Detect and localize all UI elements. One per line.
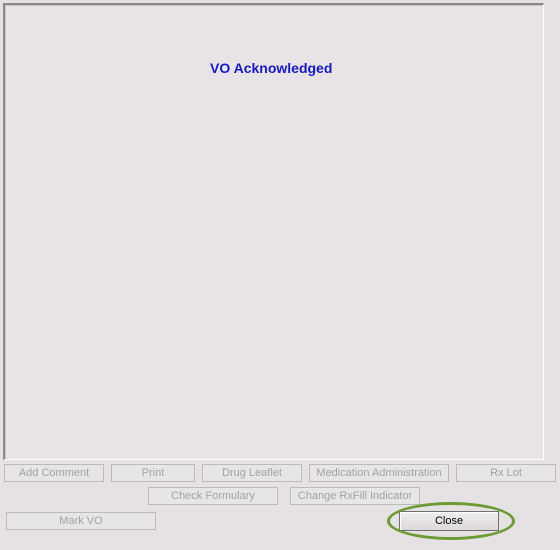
- drug-leaflet-button[interactable]: Drug Leaflet: [202, 464, 302, 482]
- content-panel: VO Acknowledged: [3, 3, 544, 460]
- mark-vo-button[interactable]: Mark VO: [6, 512, 156, 530]
- rx-lot-button[interactable]: Rx Lot: [456, 464, 556, 482]
- print-button[interactable]: Print: [111, 464, 195, 482]
- add-comment-button[interactable]: Add Comment: [4, 464, 104, 482]
- change-rxfill-indicator-button[interactable]: Change RxFill Indicator: [290, 487, 420, 505]
- close-button[interactable]: Close: [399, 511, 499, 531]
- medication-administration-button[interactable]: Medication Administration: [309, 464, 449, 482]
- panel-title: VO Acknowledged: [210, 60, 333, 76]
- check-formulary-button[interactable]: Check Formulary: [148, 487, 278, 505]
